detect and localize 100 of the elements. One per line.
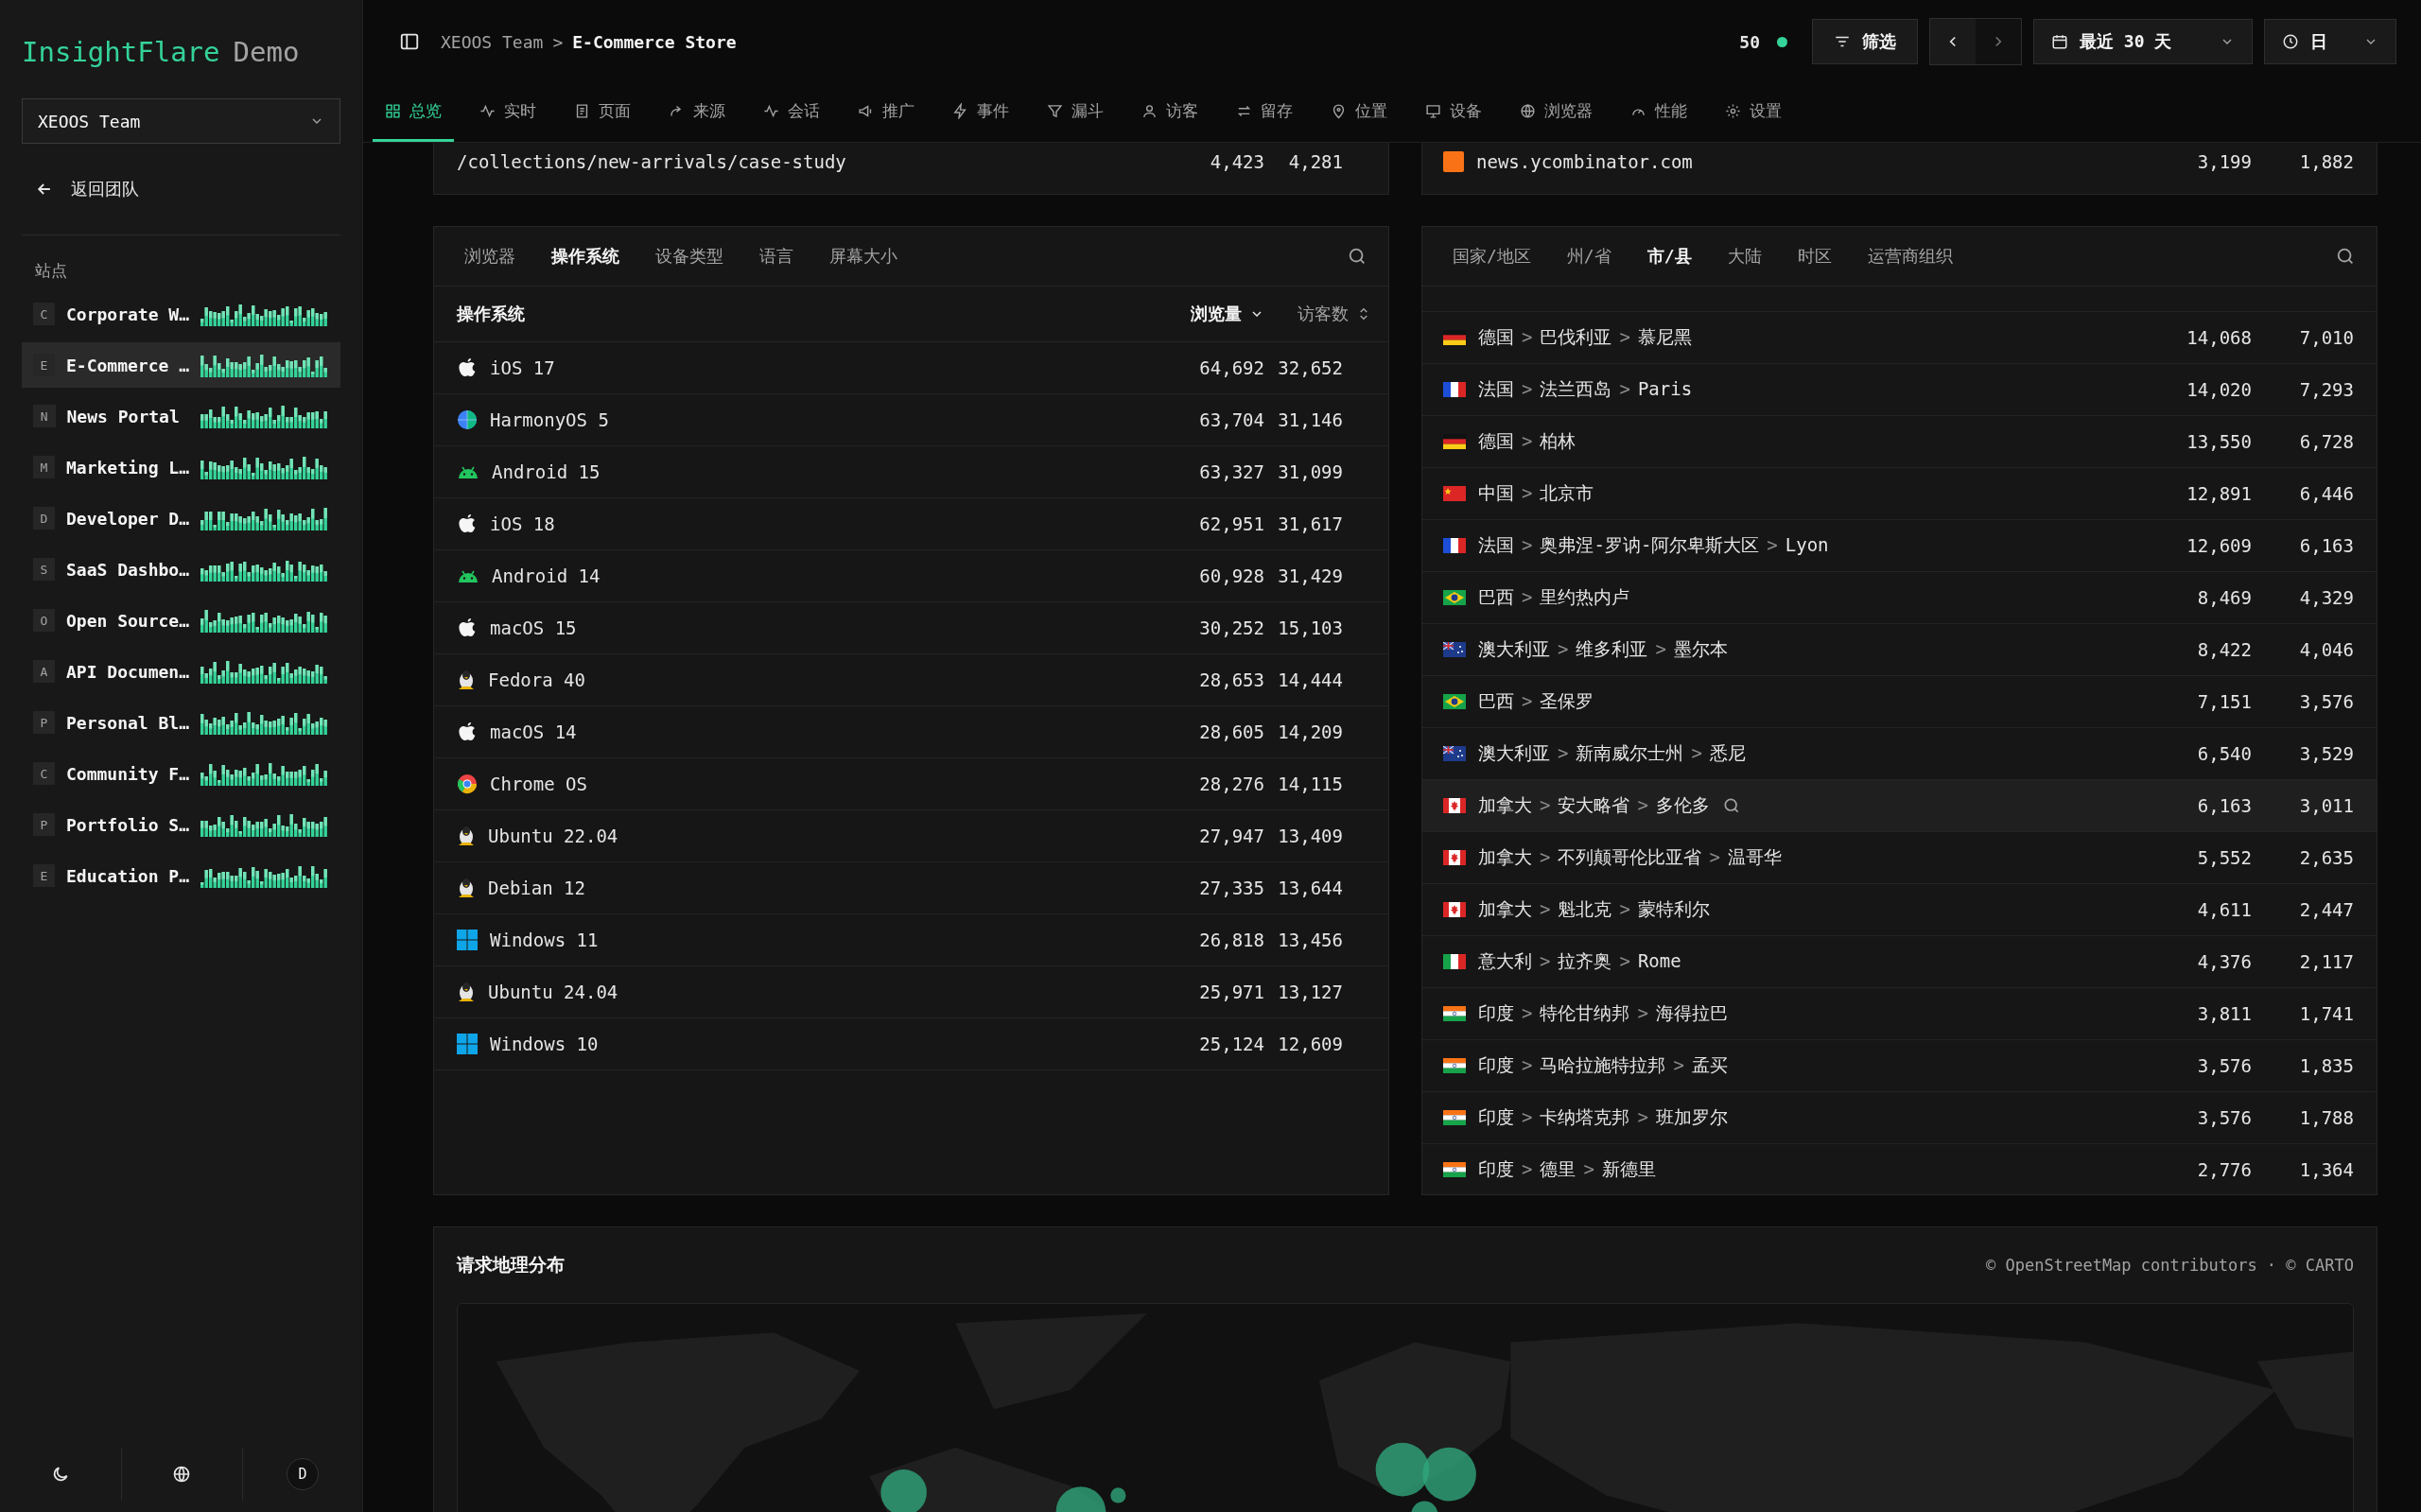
visitors-count: 31,099 xyxy=(1277,461,1343,482)
card-tab[interactable]: 浏览器 xyxy=(451,237,529,275)
views-count: 26,818 xyxy=(1198,930,1264,950)
os-name: iOS 17 xyxy=(490,357,555,378)
nav-tab[interactable]: 设置 xyxy=(1713,83,1794,142)
nav-tab[interactable]: 浏览器 xyxy=(1507,83,1605,142)
sort-header[interactable]: 浏览量 xyxy=(1191,303,1264,325)
back-link[interactable]: 返回团队 xyxy=(22,168,152,210)
visitors-count: 1,835 xyxy=(2298,1055,2354,1076)
os-name: Chrome OS xyxy=(490,773,587,794)
site-item[interactable]: O Open Source… xyxy=(22,598,340,643)
nav-tab[interactable]: 访客 xyxy=(1129,83,1210,142)
views-count: 28,276 xyxy=(1198,773,1264,794)
visitors-count: 6,446 xyxy=(2298,483,2354,504)
site-item[interactable]: N News Portal xyxy=(22,393,340,439)
visitors-count: 15,103 xyxy=(1277,617,1343,638)
apple-icon xyxy=(457,617,478,639)
referrer-domain: news.ycombinator.com xyxy=(1476,151,1693,172)
app-logo[interactable]: InsightFlare Demo xyxy=(22,36,300,68)
penguin-icon xyxy=(457,825,476,847)
location-name: 加拿大 > 安大略省 > 多伦多 xyxy=(1478,793,1710,817)
card-tab[interactable]: 时区 xyxy=(1784,237,1845,275)
nav-tab[interactable]: 推广 xyxy=(845,83,927,142)
views-count: 27,947 xyxy=(1198,826,1264,846)
views-count: 60,928 xyxy=(1198,565,1264,586)
grid-icon xyxy=(385,103,401,119)
search-icon[interactable] xyxy=(1347,246,1367,267)
nav-tab[interactable]: 位置 xyxy=(1318,83,1400,142)
site-item[interactable]: S SaaS Dashbo… xyxy=(22,547,340,592)
card-tab[interactable]: 操作系统 xyxy=(538,237,633,275)
visitors-count: 1,364 xyxy=(2298,1159,2354,1180)
nav-tab[interactable]: 会话 xyxy=(751,83,832,142)
site-item[interactable]: C Community F… xyxy=(22,751,340,796)
breadcrumb-link[interactable]: XEOOS Team xyxy=(441,31,544,52)
site-item[interactable]: M Marketing L… xyxy=(22,444,340,490)
granularity-select[interactable]: 日 xyxy=(2264,19,2396,64)
card-tab[interactable]: 大陆 xyxy=(1714,237,1775,275)
location-name: 法国 > 法兰西岛 > Paris xyxy=(1478,377,1693,401)
flag-icon xyxy=(1443,694,1466,709)
card-tab[interactable]: 市/县 xyxy=(1633,237,1705,275)
flag-icon xyxy=(1443,798,1466,813)
views-count: 25,971 xyxy=(1198,982,1264,1002)
views-count: 2,776 xyxy=(2196,1159,2252,1180)
site-item[interactable]: P Portfolio S… xyxy=(22,802,340,847)
nav-tab[interactable]: 页面 xyxy=(562,83,643,142)
team-select[interactable]: XEOOS Team xyxy=(22,98,340,144)
nav-tab[interactable]: 性能 xyxy=(1618,83,1699,142)
nav-tab[interactable]: 实时 xyxy=(467,83,549,142)
sort-header[interactable]: 访客数 xyxy=(1298,303,1371,325)
visitors-count: 3,529 xyxy=(2298,743,2354,764)
site-item[interactable]: E Education P… xyxy=(22,853,340,898)
card-title: 请求地理分布 xyxy=(457,1253,565,1277)
views-count: 4,376 xyxy=(2196,951,2252,972)
flag-icon xyxy=(1443,746,1466,761)
visitors-count: 1,882 xyxy=(2298,151,2354,172)
nav-tab[interactable]: 留存 xyxy=(1224,83,1305,142)
nav-tab[interactable]: 事件 xyxy=(940,83,1021,142)
site-item[interactable]: E E-Commerce … xyxy=(22,342,340,388)
site-item[interactable]: A API Documen… xyxy=(22,649,340,694)
card-tab[interactable]: 运营商组织 xyxy=(1854,237,1966,275)
date-range-select[interactable]: 最近 30 天 xyxy=(2033,19,2253,64)
pulse-icon xyxy=(763,103,779,119)
views-count: 63,704 xyxy=(1198,409,1264,430)
card-tab[interactable]: 语言 xyxy=(746,237,807,275)
filter-button[interactable]: 筛选 xyxy=(1812,19,1918,64)
card-tab[interactable]: 设备类型 xyxy=(642,237,737,275)
views-count: 7,151 xyxy=(2196,691,2252,712)
flag-icon xyxy=(1443,538,1466,553)
document-icon xyxy=(574,103,590,119)
visitors-count: 1,741 xyxy=(2298,1003,2354,1024)
clock-icon xyxy=(2282,33,2299,50)
card-tab[interactable]: 州/省 xyxy=(1553,237,1625,275)
apple-icon xyxy=(457,721,478,743)
visitors-count: 13,409 xyxy=(1277,826,1343,846)
site-item[interactable]: P Personal Bl… xyxy=(22,700,340,745)
visitors-count: 12,609 xyxy=(1277,1034,1343,1054)
card-tab[interactable]: 屏幕大小 xyxy=(816,237,911,275)
nav-tab[interactable]: 设备 xyxy=(1413,83,1494,142)
views-count: 62,951 xyxy=(1198,513,1264,534)
search-icon[interactable] xyxy=(2335,246,2356,267)
breadcrumb-link[interactable]: E-Commerce Store xyxy=(572,31,737,52)
flag-icon xyxy=(1443,382,1466,397)
views-count: 64,692 xyxy=(1198,357,1264,378)
section-title: 站点 xyxy=(35,260,67,282)
penguin-icon xyxy=(457,981,476,1003)
gear-icon xyxy=(1725,103,1741,119)
site-item[interactable]: C Corporate W… xyxy=(22,291,340,337)
site-item[interactable]: D Developer D… xyxy=(22,495,340,541)
flag-icon xyxy=(1443,1058,1466,1073)
views-count: 5,552 xyxy=(2196,847,2252,868)
location-name: 德国 > 柏林 xyxy=(1478,429,1576,453)
user-avatar[interactable]: D xyxy=(287,1458,320,1490)
card-tab[interactable]: 国家/地区 xyxy=(1439,237,1544,275)
visitors-count: 32,652 xyxy=(1277,357,1343,378)
visitors-count: 3,576 xyxy=(2298,691,2354,712)
nav-tab[interactable]: 来源 xyxy=(656,83,738,142)
visitors-count: 31,146 xyxy=(1277,409,1343,430)
sidebar-toggle-icon[interactable] xyxy=(399,31,420,52)
nav-tab[interactable]: 漏斗 xyxy=(1035,83,1116,142)
flag-icon xyxy=(1443,902,1466,917)
